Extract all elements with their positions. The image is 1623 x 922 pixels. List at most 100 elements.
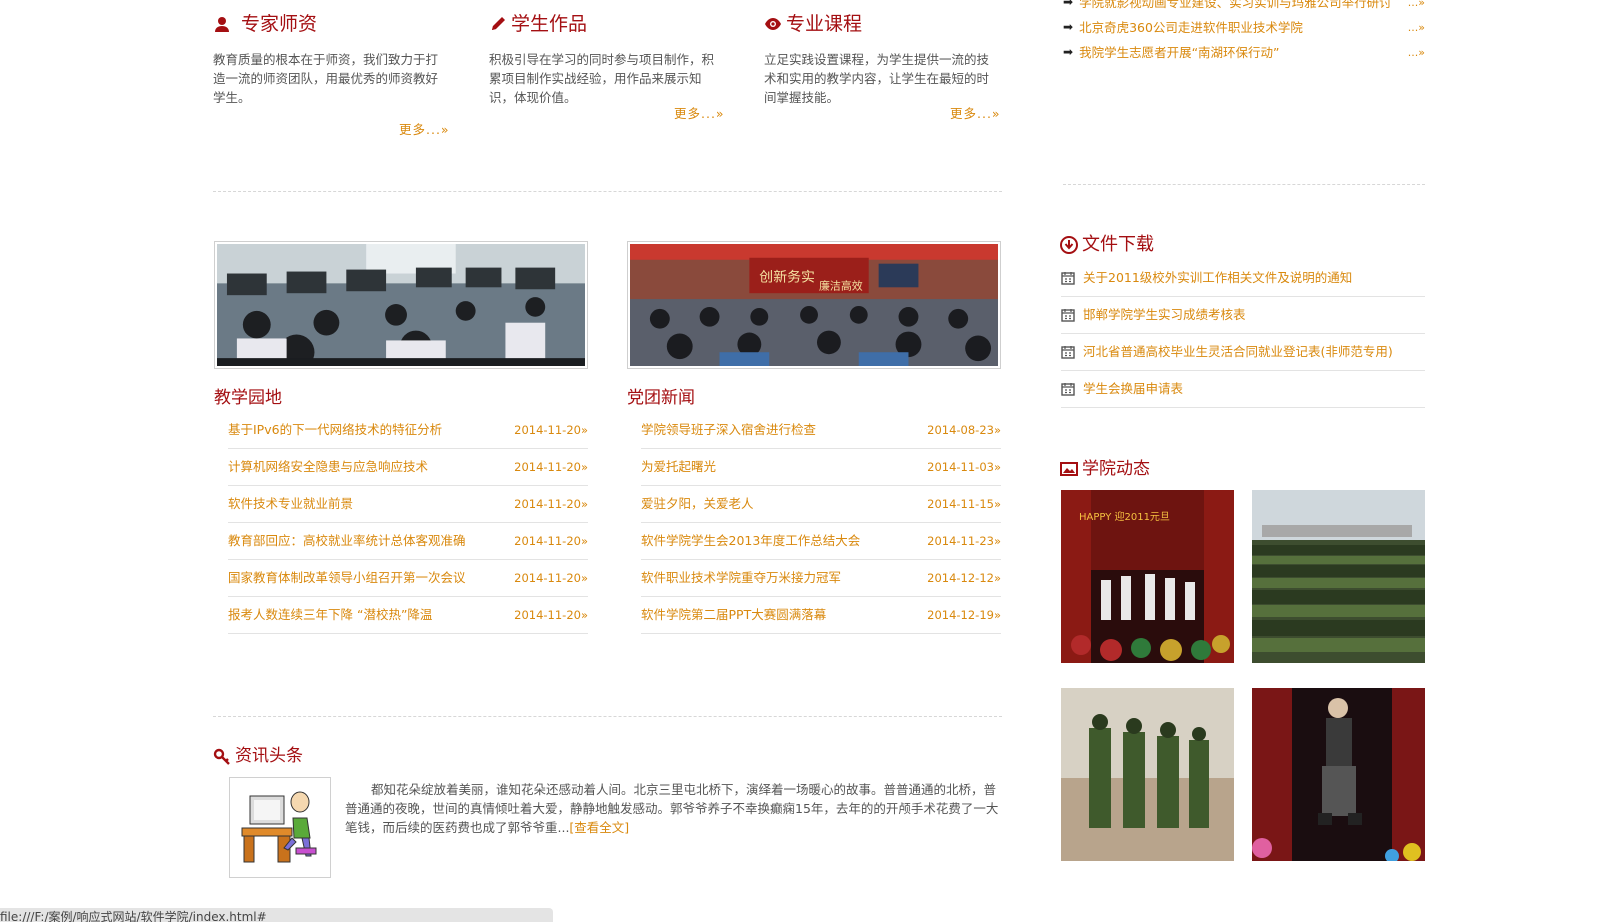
- news-date: 2014-11-15»: [927, 497, 1001, 511]
- section-title-downloads: 文件下载: [1060, 233, 1154, 257]
- more-link[interactable]: 更多...»: [950, 103, 1001, 122]
- arrow-right-icon: ➡: [1063, 45, 1074, 59]
- saluting-soldiers-image: [1061, 688, 1234, 861]
- news-title-link[interactable]: 计算机网络安全隐患与应急响应技术: [228, 459, 428, 474]
- news-title-link[interactable]: 国家教育体制改革领导小组召开第一次会议: [228, 570, 466, 585]
- headline-text: 都知花朵绽放着美丽，谁知花朵还感动着人间。北京三里屯北桥下，演绎着一场暖心的故事…: [345, 782, 999, 835]
- download-link[interactable]: 关于2011级校外实训工作相关文件及说明的通知: [1083, 260, 1352, 296]
- news-item[interactable]: 报考人数连续三年下降 “潜校热”降温 2014-11-20»: [228, 597, 588, 634]
- dance-performance-image: [1252, 688, 1425, 861]
- party-photo[interactable]: 创新务实 廉洁高效: [627, 241, 1001, 369]
- news-title-link[interactable]: 软件学院学生会2013年度工作总结大会: [641, 533, 860, 548]
- news-title-link[interactable]: 爱驻夕阳，关爱老人: [641, 496, 754, 511]
- news-item[interactable]: 软件职业技术学院重夺万米接力冠军 2014-12-12»: [641, 560, 1001, 597]
- news-link[interactable]: 北京奇虎360公司走进软件职业技术学院: [1079, 15, 1303, 40]
- news-title-link[interactable]: 学院领导班子深入宿舍进行检查: [641, 422, 816, 437]
- news-date: 2014-08-23»: [927, 423, 1001, 437]
- news-item[interactable]: 软件技术专业就业前景 2014-11-20»: [228, 486, 588, 523]
- military-training-image: [1252, 490, 1425, 663]
- more-link[interactable]: 更多...»: [399, 119, 450, 138]
- campus-photo-stage[interactable]: HAPPY 迎2011元旦: [1061, 490, 1234, 663]
- news-title-link[interactable]: 报考人数连续三年下降 “潜校热”降温: [228, 607, 432, 622]
- news-date: 2014-11-20»: [514, 534, 588, 548]
- downloads-list: 关于2011级校外实训工作相关文件及说明的通知 邯郸学院学生实习成绩考核表 河北省普…: [1061, 260, 1425, 408]
- news-item[interactable]: 计算机网络安全隐患与应急响应技术 2014-11-20»: [228, 449, 588, 486]
- news-date: 2014-11-20»: [514, 460, 588, 474]
- news-item[interactable]: 国家教育体制改革领导小组召开第一次会议 2014-11-20»: [228, 560, 588, 597]
- pencil-icon: [492, 17, 505, 30]
- list-item[interactable]: ➡ 学院就影视动画专业建设、实习实训与玛雅公司举行研讨 ...»: [1063, 0, 1425, 15]
- news-date: 2014-11-20»: [514, 423, 588, 437]
- news-title-link[interactable]: 软件职业技术学院重夺万米接力冠军: [641, 570, 841, 585]
- section-title-campus: 学院动态: [1060, 457, 1150, 481]
- divider: [1063, 184, 1425, 185]
- feature-title: 专业课程: [764, 12, 1004, 36]
- news-title-link[interactable]: 软件技术专业就业前景: [228, 496, 353, 511]
- news-item[interactable]: 学院领导班子深入宿舍进行检查 2014-08-23»: [641, 412, 1001, 449]
- download-icon: [1060, 236, 1078, 254]
- more-link[interactable]: ...»: [1408, 0, 1425, 15]
- stage-banner-text: HAPPY 迎2011元旦: [1079, 511, 1170, 523]
- feature-expert: 专家师资 教育质量的根本在于师资，我们致力于打造一流的师资团队，用最优秀的师资教…: [213, 12, 453, 137]
- calendar-icon: [1061, 346, 1075, 359]
- news-item[interactable]: 软件学院学生会2013年度工作总结大会 2014-11-23»: [641, 523, 1001, 560]
- eye-icon: [765, 18, 781, 30]
- key-icon: [213, 748, 230, 765]
- calendar-icon: [1061, 383, 1075, 396]
- news-date: 2014-11-23»: [927, 534, 1001, 548]
- feature-courses: 专业课程 立足实践设置课程，为学生提供一流的技术和实用的教学内容，让学生在最短的…: [764, 12, 1004, 121]
- classroom-image: [217, 244, 585, 370]
- news-title-link[interactable]: 基于IPv6的下一代网络技术的特征分析: [228, 422, 442, 437]
- download-item[interactable]: 河北省普通高校毕业生灵活合同就业登记表(非师范专用): [1061, 334, 1425, 371]
- headline-thumbnail[interactable]: [229, 777, 331, 878]
- news-date: 2014-11-20»: [514, 571, 588, 585]
- download-link[interactable]: 邯郸学院学生实习成绩考核表: [1083, 297, 1246, 333]
- download-item[interactable]: 学生会换届申请表: [1061, 371, 1425, 408]
- more-link[interactable]: ...»: [1408, 15, 1425, 40]
- divider: [213, 716, 1002, 717]
- news-title-link[interactable]: 为爱托起曙光: [641, 459, 716, 474]
- news-date: 2014-12-12»: [927, 571, 1001, 585]
- calendar-icon: [1061, 309, 1075, 322]
- more-link[interactable]: 更多...»: [674, 103, 725, 122]
- download-item[interactable]: 关于2011级校外实训工作相关文件及说明的通知: [1061, 260, 1425, 297]
- teaching-photo[interactable]: [214, 241, 588, 370]
- image-icon: [1060, 462, 1078, 476]
- user-icon: [215, 17, 229, 32]
- list-item[interactable]: ➡ 北京奇虎360公司走进软件职业技术学院 ...»: [1063, 15, 1425, 40]
- news-item[interactable]: 基于IPv6的下一代网络技术的特征分析 2014-11-20»: [228, 412, 588, 449]
- more-link[interactable]: ...»: [1408, 40, 1425, 65]
- arrow-right-icon: ➡: [1063, 0, 1074, 9]
- calendar-icon: [1061, 272, 1075, 285]
- banner-text-2: 廉洁高效: [819, 278, 863, 292]
- news-date: 2014-11-20»: [514, 608, 588, 622]
- download-item[interactable]: 邯郸学院学生实习成绩考核表: [1061, 297, 1425, 334]
- news-title-link[interactable]: 教育部回应：高校就业率统计总体客观准确: [228, 533, 466, 548]
- party-news: 学院领导班子深入宿舍进行检查 2014-08-23» 为爱托起曙光 2014-11-0…: [641, 412, 1001, 634]
- section-title-teaching: 教学园地: [214, 388, 282, 408]
- download-link[interactable]: 学生会换届申请表: [1083, 371, 1183, 407]
- news-date: 2014-11-20»: [514, 497, 588, 511]
- news-link[interactable]: 我院学生志愿者开展“南湖环保行动”: [1079, 40, 1279, 65]
- section-title-headline: 资讯头条: [213, 744, 303, 768]
- news-item[interactable]: 教育部回应：高校就业率统计总体客观准确 2014-11-20»: [228, 523, 588, 560]
- campus-photo-dance[interactable]: [1252, 688, 1425, 861]
- status-url: file:///F:/案例/响应式网站/软件学院/index.html#: [0, 910, 267, 922]
- section-title-party: 党团新闻: [627, 388, 695, 408]
- feature-text: 立足实践设置课程，为学生提供一流的技术和实用的教学内容，让学生在最短的时间掌握技…: [764, 52, 990, 105]
- news-item[interactable]: 爱驻夕阳，关爱老人 2014-11-15»: [641, 486, 1001, 523]
- campus-photo-military-2[interactable]: [1061, 688, 1234, 861]
- news-title-link[interactable]: 软件学院第二届PPT大赛圆满落幕: [641, 607, 826, 622]
- news-link[interactable]: 学院就影视动画专业建设、实习实训与玛雅公司举行研讨: [1079, 0, 1392, 15]
- teaching-news: 基于IPv6的下一代网络技术的特征分析 2014-11-20» 计算机网络安全隐患与…: [228, 412, 588, 634]
- read-more-link[interactable]: [查看全文]: [569, 820, 629, 835]
- download-link[interactable]: 河北省普通高校毕业生灵活合同就业登记表(非师范专用): [1083, 334, 1393, 370]
- campus-photo-military-1[interactable]: [1252, 490, 1425, 663]
- list-item[interactable]: ➡ 我院学生志愿者开展“南湖环保行动” ...»: [1063, 40, 1425, 65]
- feature-title: 专家师资: [213, 12, 453, 36]
- news-item[interactable]: 软件学院第二届PPT大赛圆满落幕 2014-12-19»: [641, 597, 1001, 634]
- divider: [213, 191, 1002, 192]
- browser-status-bar: file:///F:/案例/响应式网站/软件学院/index.html#: [0, 908, 553, 922]
- feature-title: 学生作品: [489, 12, 729, 36]
- news-item[interactable]: 为爱托起曙光 2014-11-03»: [641, 449, 1001, 486]
